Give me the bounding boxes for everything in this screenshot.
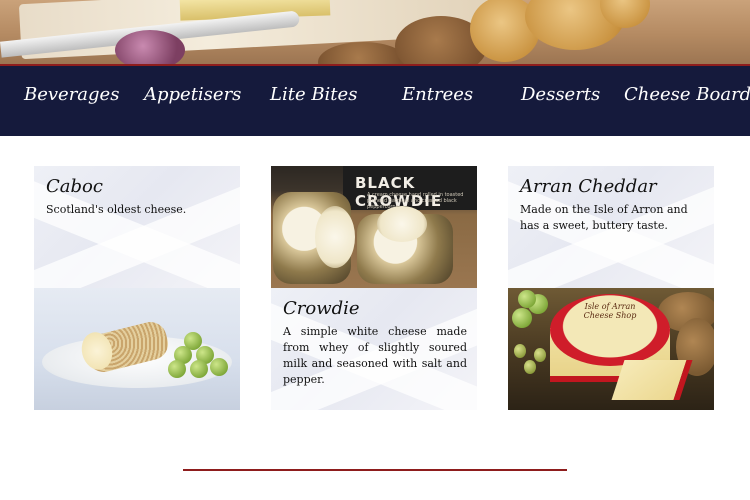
grape (512, 308, 532, 328)
arran-info: Arran Cheddar Made on the Isle of Arron … (508, 166, 714, 288)
nav-desserts[interactable]: Desserts (521, 84, 600, 105)
crowdie-info: Crowdie A simple white cheese made from … (271, 288, 477, 410)
arran-description: Made on the Isle of Arron and has a swee… (520, 203, 688, 232)
crowdie-slice (377, 206, 427, 242)
grape (168, 360, 186, 378)
nav-beverages[interactable]: Beverages (24, 84, 119, 105)
caboc-description: Scotland's oldest cheese. (46, 203, 187, 216)
olive (514, 344, 526, 358)
arran-cheese-wedge (611, 360, 693, 400)
arran-title: Arran Cheddar (520, 176, 657, 197)
arran-package-label: Isle of Arran Cheese Shop (583, 302, 637, 320)
crowdie-title: Crowdie (283, 298, 360, 319)
grape (190, 360, 208, 378)
hero-grape (115, 30, 185, 64)
nav-cheese-board[interactable]: Cheese Board (624, 84, 750, 105)
footer-divider (183, 469, 567, 471)
crowdie-photo: BLACK CROWDIE A cream cheese hand rolled… (271, 166, 477, 288)
main-nav: Beverages Appetisers Lite Bites Entrees … (0, 64, 750, 136)
nav-lite-bites[interactable]: Lite Bites (270, 84, 357, 105)
nav-appetisers[interactable]: Appetisers (144, 84, 241, 105)
caboc-title: Caboc (46, 176, 103, 197)
crowdie-slice (315, 206, 355, 268)
arran-photo: Isle of Arran Cheese Shop (508, 288, 714, 410)
hero-image (0, 0, 750, 64)
grape (210, 358, 228, 376)
caboc-photo (34, 288, 240, 410)
olive (534, 348, 546, 362)
grape (518, 290, 536, 308)
olive (524, 360, 536, 374)
crowdie-package-subtext: A cream cheese hand rolled in toasted pi… (367, 192, 464, 210)
caboc-info: Caboc Scotland's oldest cheese. (34, 166, 240, 288)
nav-entrees[interactable]: Entrees (402, 84, 473, 105)
crowdie-description: A simple white cheese made from whey of … (283, 325, 467, 386)
